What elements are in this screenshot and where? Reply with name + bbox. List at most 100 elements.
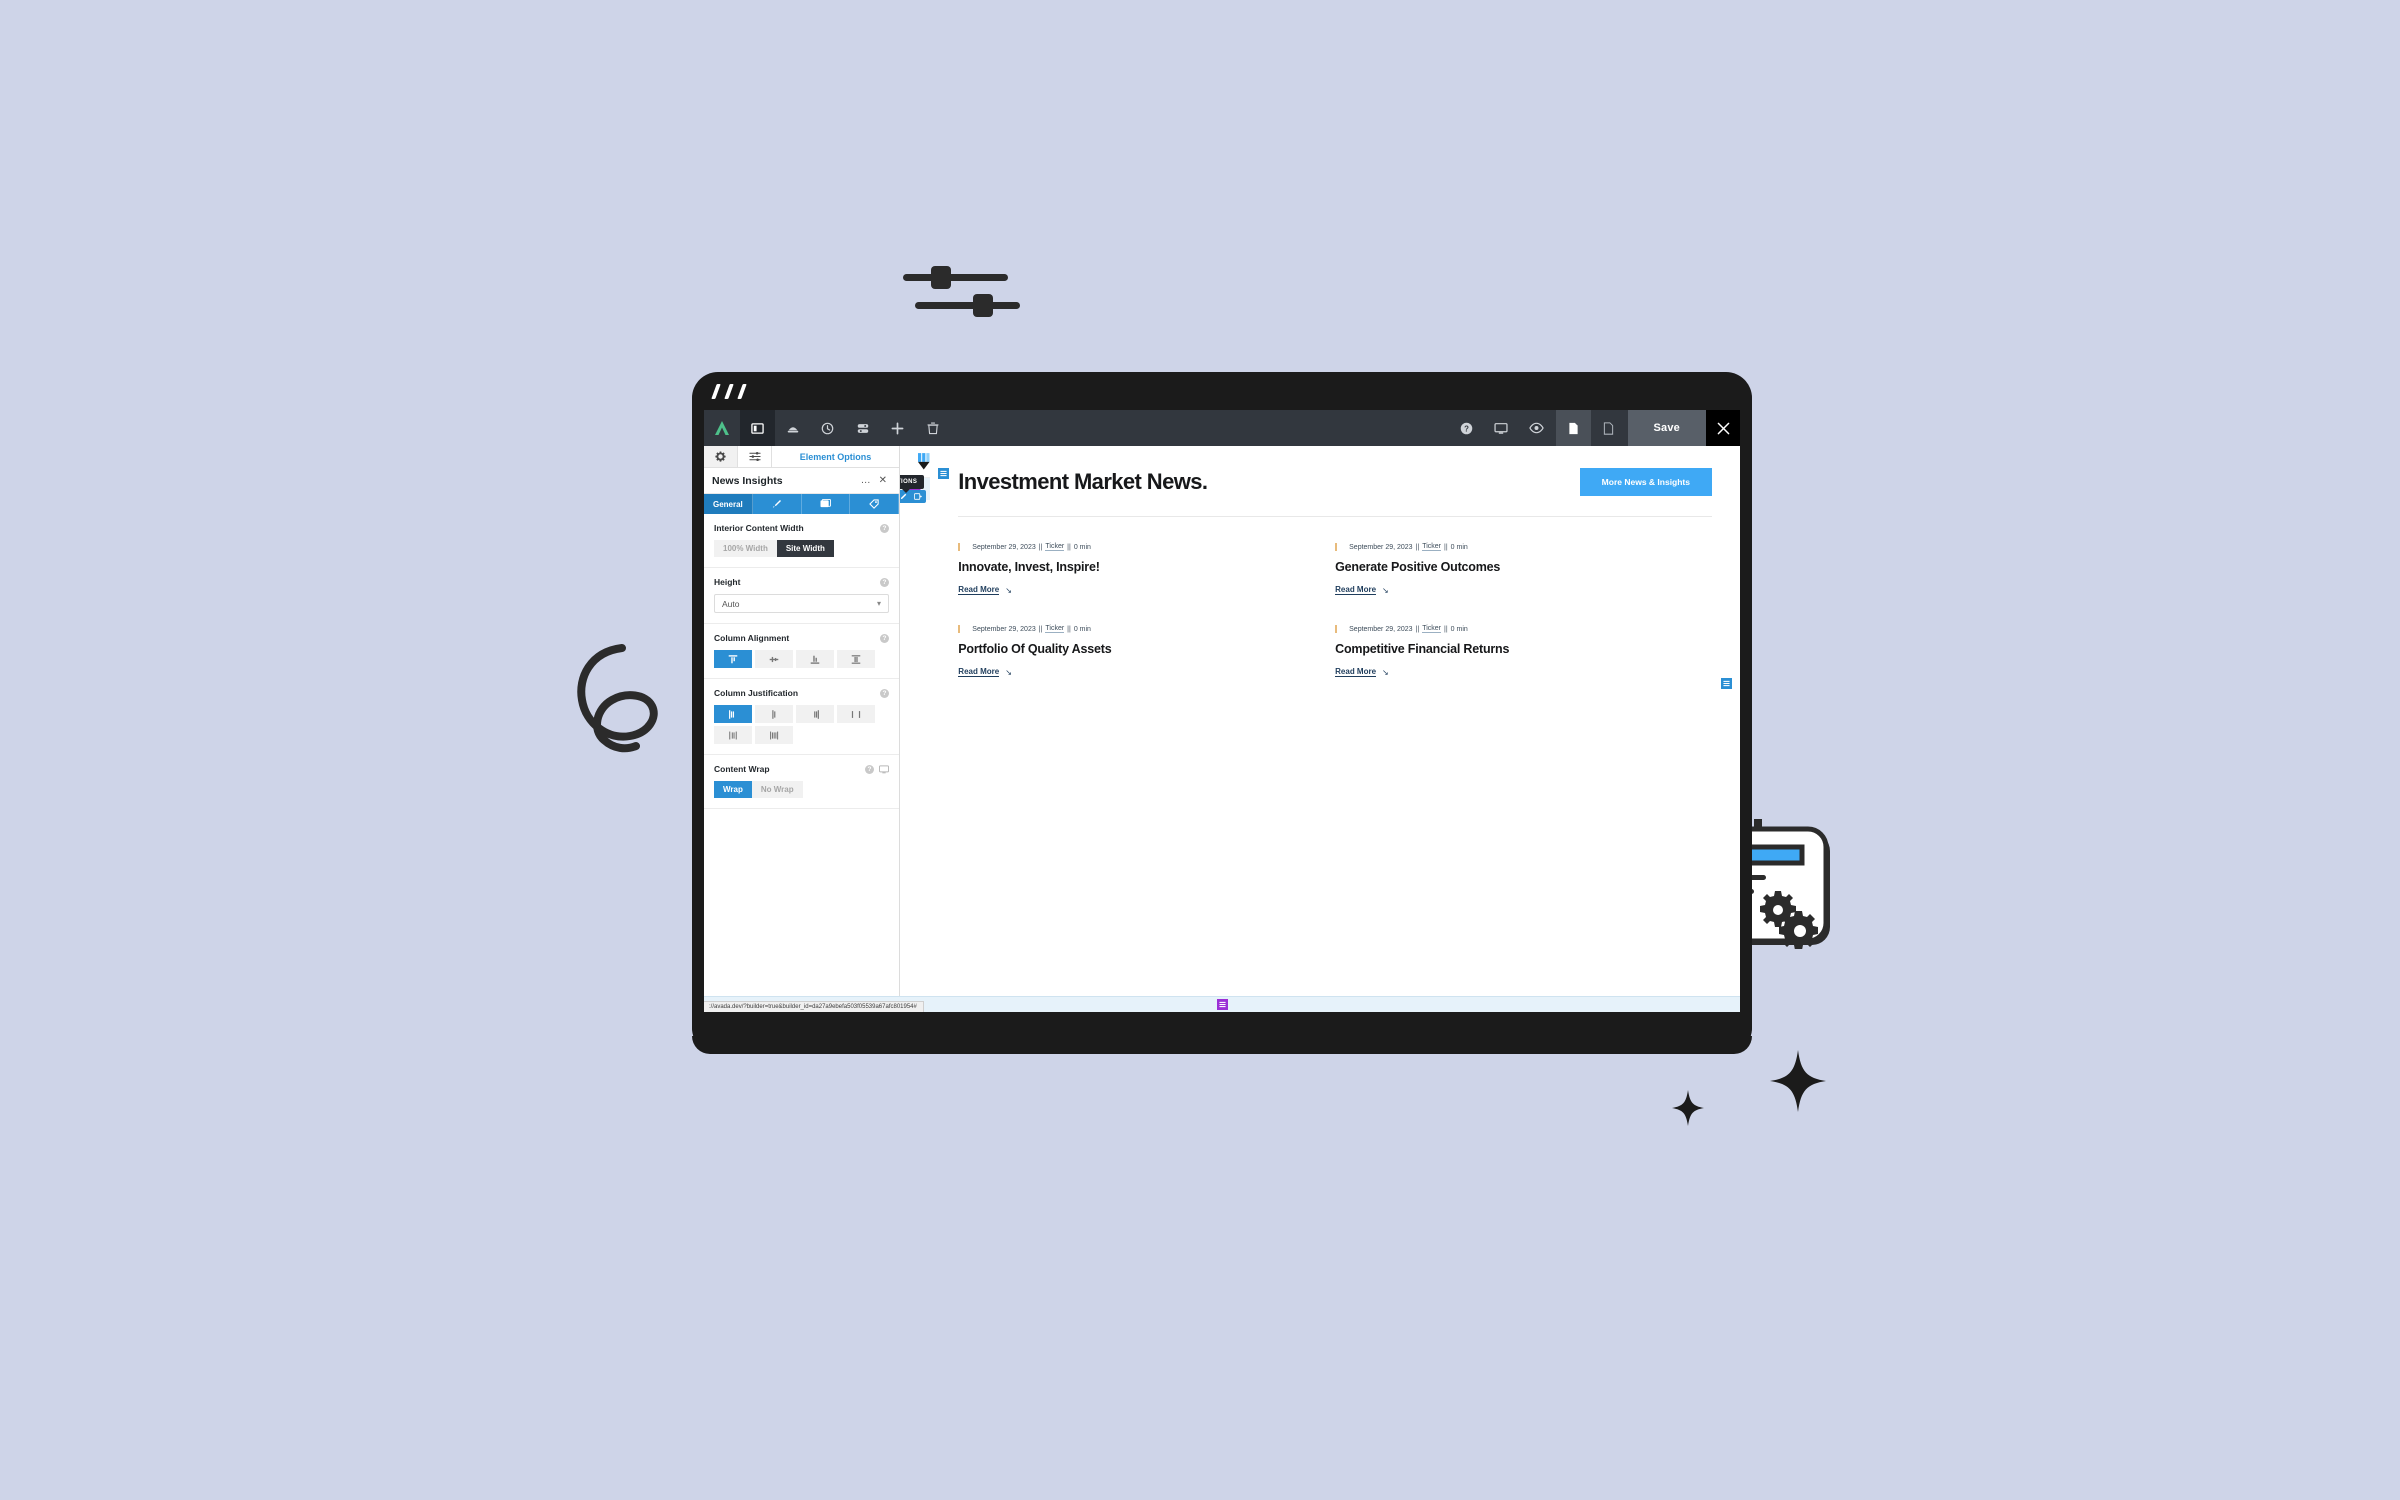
tab-general[interactable]: General [704, 494, 753, 514]
avada-logo-icon[interactable] [704, 410, 740, 446]
align-top-icon[interactable] [714, 650, 752, 668]
post-title[interactable]: Generate Positive Outcomes [1335, 560, 1682, 574]
chevron-down-icon: ▾ [876, 599, 881, 608]
align-bottom-icon[interactable] [796, 650, 834, 668]
tab-extras[interactable] [850, 494, 899, 514]
editor-screen: ? Save Element Options News Insights … ✕… [704, 410, 1740, 1012]
close-panel-icon[interactable]: ✕ [875, 475, 891, 486]
responsive-icon[interactable] [1484, 410, 1519, 446]
post-meta: September 29, 2023 || Ticker || 0 min [1335, 543, 1682, 551]
help-icon[interactable]: ? [1449, 410, 1484, 446]
arrow-down-right-icon: ↘ [1005, 585, 1012, 595]
option-site-width[interactable]: Site Width [776, 540, 834, 557]
field-label-row: Interior Content Width ? [714, 523, 889, 533]
option-100-width[interactable]: 100% Width [714, 540, 777, 557]
page-title: Investment Market News. [958, 469, 1208, 494]
trash-icon[interactable] [915, 410, 950, 446]
column-icon[interactable] [914, 493, 923, 500]
post-category[interactable]: Ticker [1422, 543, 1442, 551]
tab-background[interactable] [802, 494, 851, 514]
toolbar-right-group: ? Save [1449, 410, 1740, 446]
field-label: Interior Content Width [714, 523, 804, 533]
read-more-link[interactable]: Read More [958, 585, 1000, 595]
post-read-time: 0 min [1450, 543, 1468, 551]
align-stretch-icon[interactable] [837, 650, 875, 668]
read-more-link[interactable]: Read More [1335, 667, 1377, 677]
option-wrap[interactable]: Wrap [714, 781, 752, 798]
element-handle-blue[interactable] [938, 468, 950, 479]
element-options-tab[interactable]: Element Options [772, 446, 899, 467]
preview-icon[interactable] [1519, 410, 1554, 446]
responsive-icon[interactable] [879, 764, 889, 774]
field-label: Column Alignment [714, 633, 790, 643]
default-editor-icon[interactable] [1591, 410, 1626, 446]
toggle-sidebar-icon[interactable] [740, 410, 775, 446]
post-read-time: 0 min [1073, 625, 1091, 633]
post-category[interactable]: Ticker [1422, 625, 1442, 633]
field-interior-content-width: Interior Content Width ? 100% Width Site… [704, 514, 899, 568]
sidebar-fields: Interior Content Width ? 100% Width Site… [704, 514, 899, 1012]
height-select[interactable]: Auto ▾ [714, 594, 889, 613]
justify-start-icon[interactable] [714, 705, 752, 723]
read-more-link[interactable]: Read More [958, 667, 1000, 677]
help-icon[interactable]: ? [865, 764, 874, 774]
help-icon[interactable]: ? [880, 523, 889, 533]
site-logo[interactable]: AVADA INVESTMENT. [918, 453, 930, 470]
global-options-icon[interactable] [845, 410, 880, 446]
news-insights-section: Investment Market News. More News & Insi… [930, 446, 1740, 1012]
sparkle-large-doodle [1770, 1050, 1826, 1112]
site-header: AVADA INVESTMENT. Home ▾ Solutions ▾ [900, 446, 931, 478]
post-title[interactable]: Innovate, Invest, Inspire! [958, 560, 1305, 574]
footer-handle-purple[interactable] [1216, 999, 1228, 1010]
meta-separator: || [1038, 543, 1043, 551]
post-category[interactable]: Ticker [1045, 543, 1065, 551]
justify-center-icon[interactable] [755, 705, 793, 723]
bezel-slash-icon [711, 383, 721, 399]
post-meta: September 29, 2023 || Ticker || 0 min [1335, 625, 1682, 633]
laptop-base [692, 1036, 1752, 1054]
gear-icon[interactable] [704, 446, 738, 467]
align-middle-icon[interactable] [755, 650, 793, 668]
sliders-icon[interactable] [738, 446, 772, 467]
element-handle-blue-right[interactable] [1721, 678, 1732, 689]
field-label-row: Content Wrap ? [714, 764, 889, 774]
post-card: September 29, 2023 || Ticker || 0 min In… [958, 543, 1335, 625]
field-label: Column Justification [714, 688, 799, 698]
post-title[interactable]: Competitive Financial Returns [1335, 642, 1682, 656]
justify-space-evenly-icon[interactable] [755, 726, 793, 744]
close-icon[interactable] [1706, 410, 1740, 446]
more-news-insights-button[interactable]: More News & Insights [1579, 468, 1712, 496]
meta-separator: || [1415, 625, 1420, 633]
justify-space-around-icon[interactable] [714, 726, 752, 744]
read-more-wrap: Read More ↘ [1335, 667, 1682, 677]
post-title[interactable]: Portfolio Of Quality Assets [958, 642, 1305, 656]
read-more-link[interactable]: Read More [1335, 585, 1377, 595]
tag-icon [868, 499, 879, 509]
option-no-wrap[interactable]: No Wrap [751, 781, 803, 798]
history-icon[interactable] [810, 410, 845, 446]
save-button[interactable]: Save [1627, 410, 1706, 446]
preview-canvas: AVADA INVESTMENT. Home ▾ Solutions ▾ [900, 446, 931, 1012]
section-band[interactable]: CONTAINER OPTIONS [900, 475, 931, 503]
help-icon[interactable]: ? [880, 633, 889, 643]
post-category[interactable]: Ticker [1045, 625, 1065, 633]
justify-space-between-icon[interactable] [837, 705, 875, 723]
sidebar-title-row: News Insights … ✕ [704, 468, 899, 494]
help-icon[interactable]: ? [880, 688, 889, 698]
laptop-bezel [692, 372, 1752, 410]
container-options-tooltip: CONTAINER OPTIONS [900, 475, 925, 493]
arrow-down-right-icon: ↘ [1382, 585, 1389, 595]
meta-separator: || [1038, 625, 1043, 633]
read-more-wrap: Read More ↘ [958, 585, 1305, 595]
field-label-row: Height ? [714, 577, 889, 587]
help-icon[interactable]: ? [880, 577, 889, 587]
justify-end-icon[interactable] [796, 705, 834, 723]
svg-text:?: ? [1464, 424, 1469, 433]
library-icon[interactable] [775, 410, 810, 446]
add-element-icon[interactable] [880, 410, 915, 446]
page-builder-icon[interactable] [1555, 410, 1591, 446]
tab-design[interactable] [753, 494, 802, 514]
edit-icon[interactable] [900, 493, 907, 500]
meta-separator: || [1444, 543, 1448, 551]
more-options-icon[interactable]: … [857, 475, 875, 486]
